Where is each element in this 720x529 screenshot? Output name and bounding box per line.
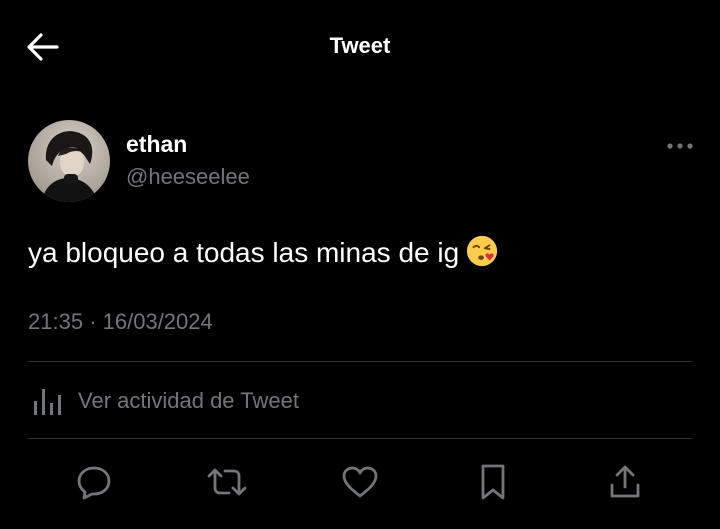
- meta-separator: ·: [89, 309, 97, 334]
- divider: [28, 361, 692, 362]
- bookmark-icon: [481, 464, 505, 500]
- profile-photo: [42, 131, 98, 202]
- face-blowing-a-kiss-emoji: [467, 235, 498, 267]
- more-options-button[interactable]: [664, 136, 696, 156]
- tweet-time: 21:35: [28, 309, 84, 334]
- bookmark-button[interactable]: [471, 460, 515, 504]
- analytics-bars-icon: [34, 389, 61, 415]
- retweet-button[interactable]: [205, 460, 249, 504]
- tweet-timestamp: 21:35 · 16/03/2024: [28, 309, 213, 335]
- like-button[interactable]: [338, 460, 382, 504]
- author-handle[interactable]: @heeseelee: [126, 164, 250, 190]
- tweet-body: ya bloqueo a todas las minas de ig: [28, 237, 460, 268]
- author-name[interactable]: ethan: [126, 131, 187, 158]
- reply-icon: [77, 466, 111, 500]
- heart-icon: [342, 466, 378, 498]
- share-icon: [610, 465, 640, 498]
- tweet-date: 16/03/2024: [102, 309, 213, 334]
- tweet-activity-label: Ver actividad de Tweet: [78, 388, 299, 413]
- tweet-activity-link[interactable]: Ver actividad de Tweet: [28, 380, 692, 422]
- more-options-icon: [667, 143, 693, 149]
- retweet-icon: [207, 468, 247, 496]
- page-title: Tweet: [329, 33, 391, 58]
- avatar[interactable]: [28, 120, 110, 202]
- divider: [28, 438, 692, 439]
- tweet-text: ya bloqueo a todas las minas de ig: [28, 234, 499, 269]
- reply-button[interactable]: [72, 460, 116, 504]
- share-button[interactable]: [603, 460, 647, 504]
